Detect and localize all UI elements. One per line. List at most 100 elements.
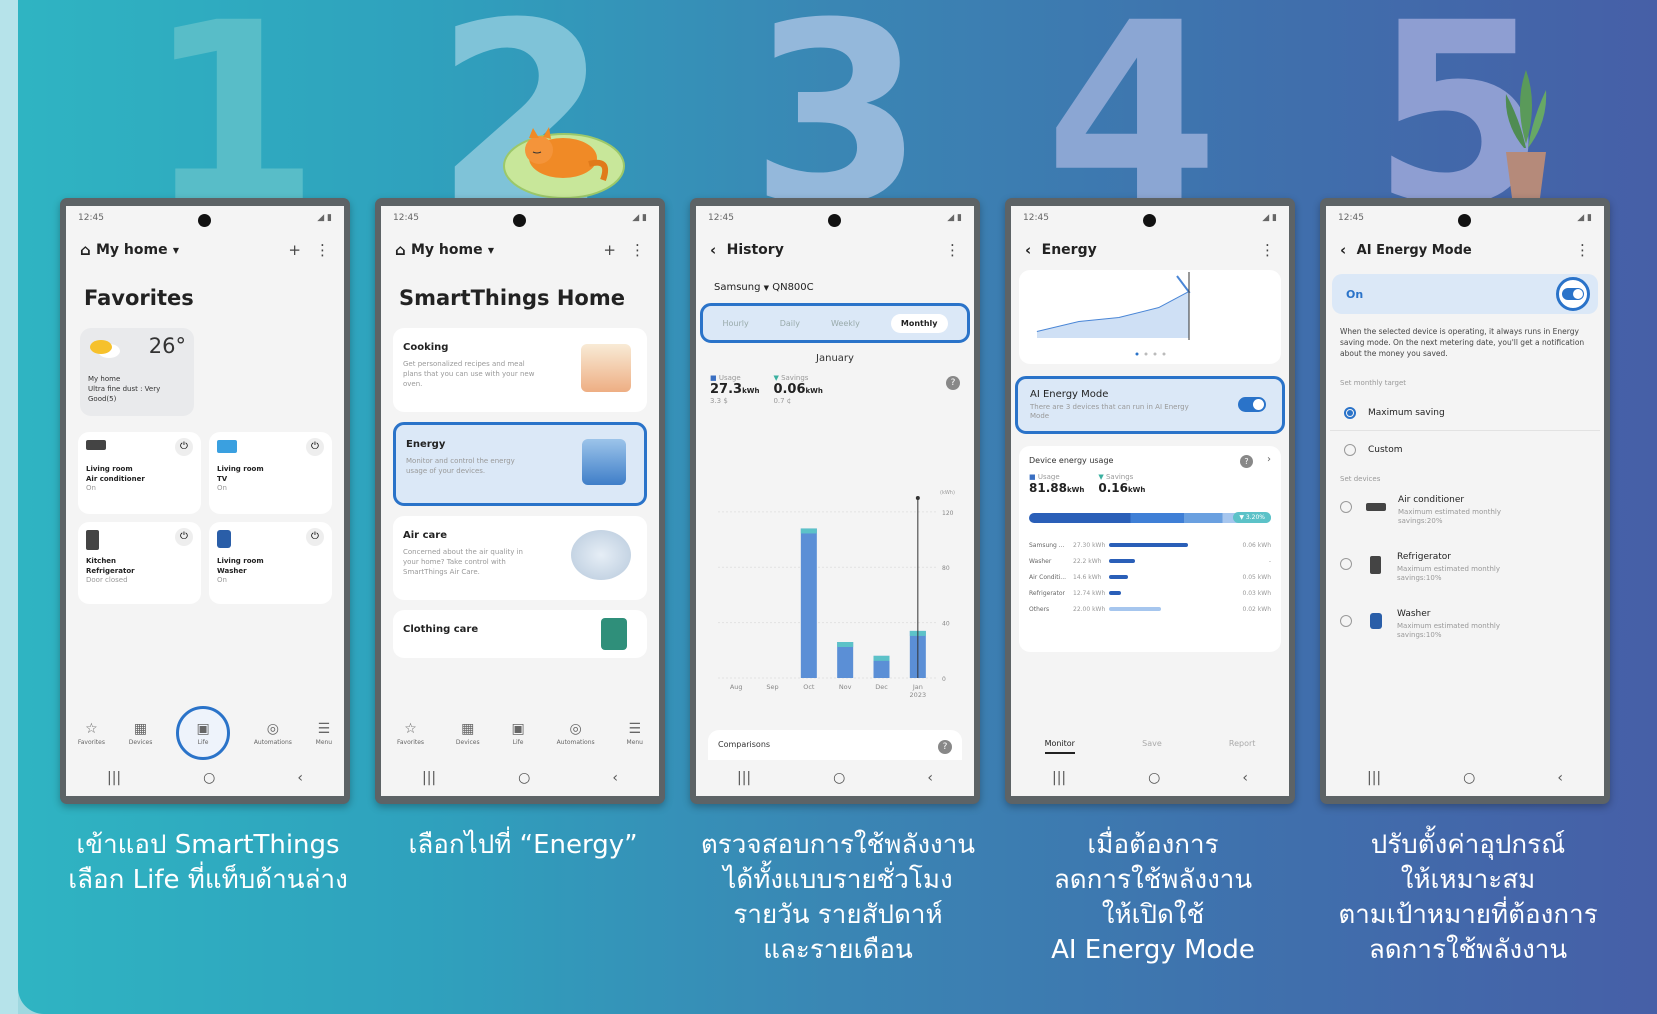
bar-savings-cap — [800, 528, 817, 534]
tab-hourly[interactable]: Hourly — [723, 319, 749, 328]
tab-menu[interactable]: ☰ Menu — [316, 721, 332, 746]
tab-favorites[interactable]: ☆ Favorites — [397, 721, 424, 746]
tab-monthly[interactable]: Monthly — [890, 313, 948, 333]
power-icon[interactable]: ⏻ — [306, 438, 324, 456]
ai-mode-toggle[interactable] — [1238, 397, 1266, 412]
back-arrow-icon[interactable]: ‹ — [1340, 241, 1346, 259]
radio-icon[interactable] — [1340, 558, 1352, 570]
add-icon[interactable]: + — [288, 241, 301, 259]
tab-daily[interactable]: Daily — [780, 319, 800, 328]
tab-report[interactable]: Report — [1229, 739, 1256, 754]
life-card-clothing[interactable]: Clothing care — [393, 610, 647, 658]
recents-icon[interactable]: ||| — [737, 770, 751, 786]
device-name: Washer — [217, 567, 247, 575]
row-bar-fill — [1109, 607, 1161, 611]
home-button-icon[interactable]: ○ — [833, 770, 845, 786]
screen-ai-energy-mode: 12:45 ◢ ▮ ‹ AI Energy Mode ⋮ On When the s… — [1326, 206, 1604, 796]
home-button-icon[interactable]: ○ — [1463, 770, 1475, 786]
recents-icon[interactable]: ||| — [422, 770, 436, 786]
menu-icon: ☰ — [628, 720, 642, 737]
tab-menu[interactable]: ☰ Menu — [627, 721, 643, 746]
help-icon[interactable]: ? — [938, 740, 952, 754]
radio-icon[interactable] — [1340, 615, 1352, 627]
back-icon[interactable]: ‹ — [297, 770, 303, 786]
ai-mode-title: AI Energy Mode — [1030, 389, 1109, 400]
chevron-right-icon[interactable]: › — [1267, 454, 1271, 465]
chevron-down-icon[interactable]: ▼ — [173, 246, 179, 255]
device-card[interactable]: ⏻ Living room Air conditioner On — [78, 432, 201, 514]
page-title: Favorites — [84, 286, 194, 310]
device-row[interactable]: Washer Maximum estimated monthly savings:… — [1326, 605, 1604, 662]
help-icon[interactable]: ? — [1240, 455, 1253, 468]
battery-icon: ◢ ▮ — [632, 213, 647, 223]
device-usage-card[interactable]: Device energy usage ? › ■ Usage 81.88kWh … — [1019, 446, 1281, 652]
chevron-down-icon[interactable]: ▼ — [488, 246, 494, 255]
bar — [800, 528, 817, 678]
device-selector[interactable]: Samsung ▼ QN800C — [696, 270, 974, 303]
help-icon[interactable]: ? — [946, 376, 960, 390]
weather-card[interactable]: 26° My home Ultra fine dust : Very Good(… — [80, 328, 194, 416]
tab-save[interactable]: Save — [1142, 739, 1162, 754]
usage-row: Washer 22.2 kWh - — [1029, 553, 1271, 569]
master-switch-row[interactable]: On — [1332, 274, 1598, 314]
tab-automations[interactable]: ◎ Automations — [254, 721, 292, 746]
tab-devices[interactable]: ▦ Devices — [129, 721, 153, 746]
tab-automations[interactable]: ◎ Automations — [557, 721, 595, 746]
ai-mode-toggle[interactable] — [1556, 277, 1590, 311]
tab-devices[interactable]: ▦ Devices — [456, 721, 480, 746]
tab-life[interactable]: ▣ Life — [176, 706, 231, 760]
usage-value: 81.88 — [1029, 481, 1067, 495]
tab-weekly[interactable]: Weekly — [831, 319, 860, 328]
recents-icon[interactable]: ||| — [1052, 770, 1066, 786]
screen-history: 12:45 ◢ ▮ ‹ History ⋮ Samsung ▼ QN800C Hou… — [696, 206, 974, 796]
device-card[interactable]: ⏻ Living room Washer On — [209, 522, 332, 604]
home-button-icon[interactable]: ○ — [1148, 770, 1160, 786]
back-arrow-icon[interactable]: ‹ — [710, 241, 716, 259]
more-icon[interactable]: ⋮ — [945, 241, 960, 259]
device-row[interactable]: Refrigerator Maximum estimated monthly sa… — [1326, 548, 1604, 605]
home-selector[interactable]: My home — [96, 242, 168, 258]
back-icon[interactable]: ‹ — [1557, 770, 1563, 786]
home-selector[interactable]: My home — [411, 242, 483, 258]
battery-icon: ◢ ▮ — [317, 213, 332, 223]
more-icon[interactable]: ⋮ — [630, 241, 645, 259]
recents-icon[interactable]: ||| — [1367, 770, 1381, 786]
home-button-icon[interactable]: ○ — [518, 770, 530, 786]
life-card-air-care[interactable]: Air care Concerned about the air quality… — [393, 516, 647, 600]
back-icon[interactable]: ‹ — [612, 770, 618, 786]
device-row[interactable]: Air conditioner Maximum estimated monthly… — [1326, 491, 1604, 548]
option-custom[interactable]: Custom — [1330, 431, 1600, 469]
power-icon[interactable]: ⏻ — [175, 528, 193, 546]
back-icon[interactable]: ‹ — [927, 770, 933, 786]
more-icon[interactable]: ⋮ — [1575, 241, 1590, 259]
power-icon[interactable]: ⏻ — [175, 438, 193, 456]
page-title: History — [726, 242, 784, 258]
radio-selected-icon[interactable] — [1344, 406, 1356, 419]
tab-life[interactable]: ▣ Life — [511, 721, 524, 746]
option-maximum-saving[interactable]: Maximum saving — [1330, 395, 1600, 431]
power-icon[interactable]: ⏻ — [306, 528, 324, 546]
savings-cost: 0.7 ¢ — [773, 397, 792, 405]
status-time: 12:45 — [78, 213, 104, 223]
more-icon[interactable]: ⋮ — [1260, 241, 1275, 259]
recents-icon[interactable]: ||| — [107, 770, 121, 786]
radio-icon[interactable] — [1344, 444, 1356, 456]
devices-icon: ▦ — [461, 720, 475, 737]
radio-icon[interactable] — [1340, 501, 1352, 513]
life-card-cooking[interactable]: Cooking Get personalized recipes and mea… — [393, 328, 647, 412]
camera-icon — [198, 214, 211, 227]
tab-favorites[interactable]: ☆ Favorites — [78, 721, 105, 746]
on-label: On — [1346, 287, 1364, 301]
more-icon[interactable]: ⋮ — [315, 241, 330, 259]
back-arrow-icon[interactable]: ‹ — [1025, 241, 1031, 259]
ai-energy-mode-card[interactable]: AI Energy Mode There are 3 devices that … — [1015, 376, 1285, 434]
device-card[interactable]: ⏻ Living room TV On — [209, 432, 332, 514]
add-icon[interactable]: + — [603, 241, 616, 259]
savings-value: 0.06 — [773, 382, 806, 397]
device-card[interactable]: ⏻ Kitchen Refrigerator Door closed — [78, 522, 201, 604]
life-card-energy[interactable]: Energy Monitor and control the energy us… — [393, 422, 647, 506]
home-button-icon[interactable]: ○ — [203, 770, 215, 786]
tab-monitor[interactable]: Monitor — [1044, 739, 1075, 754]
back-icon[interactable]: ‹ — [1242, 770, 1248, 786]
y-tick-label: 120 — [942, 510, 954, 517]
